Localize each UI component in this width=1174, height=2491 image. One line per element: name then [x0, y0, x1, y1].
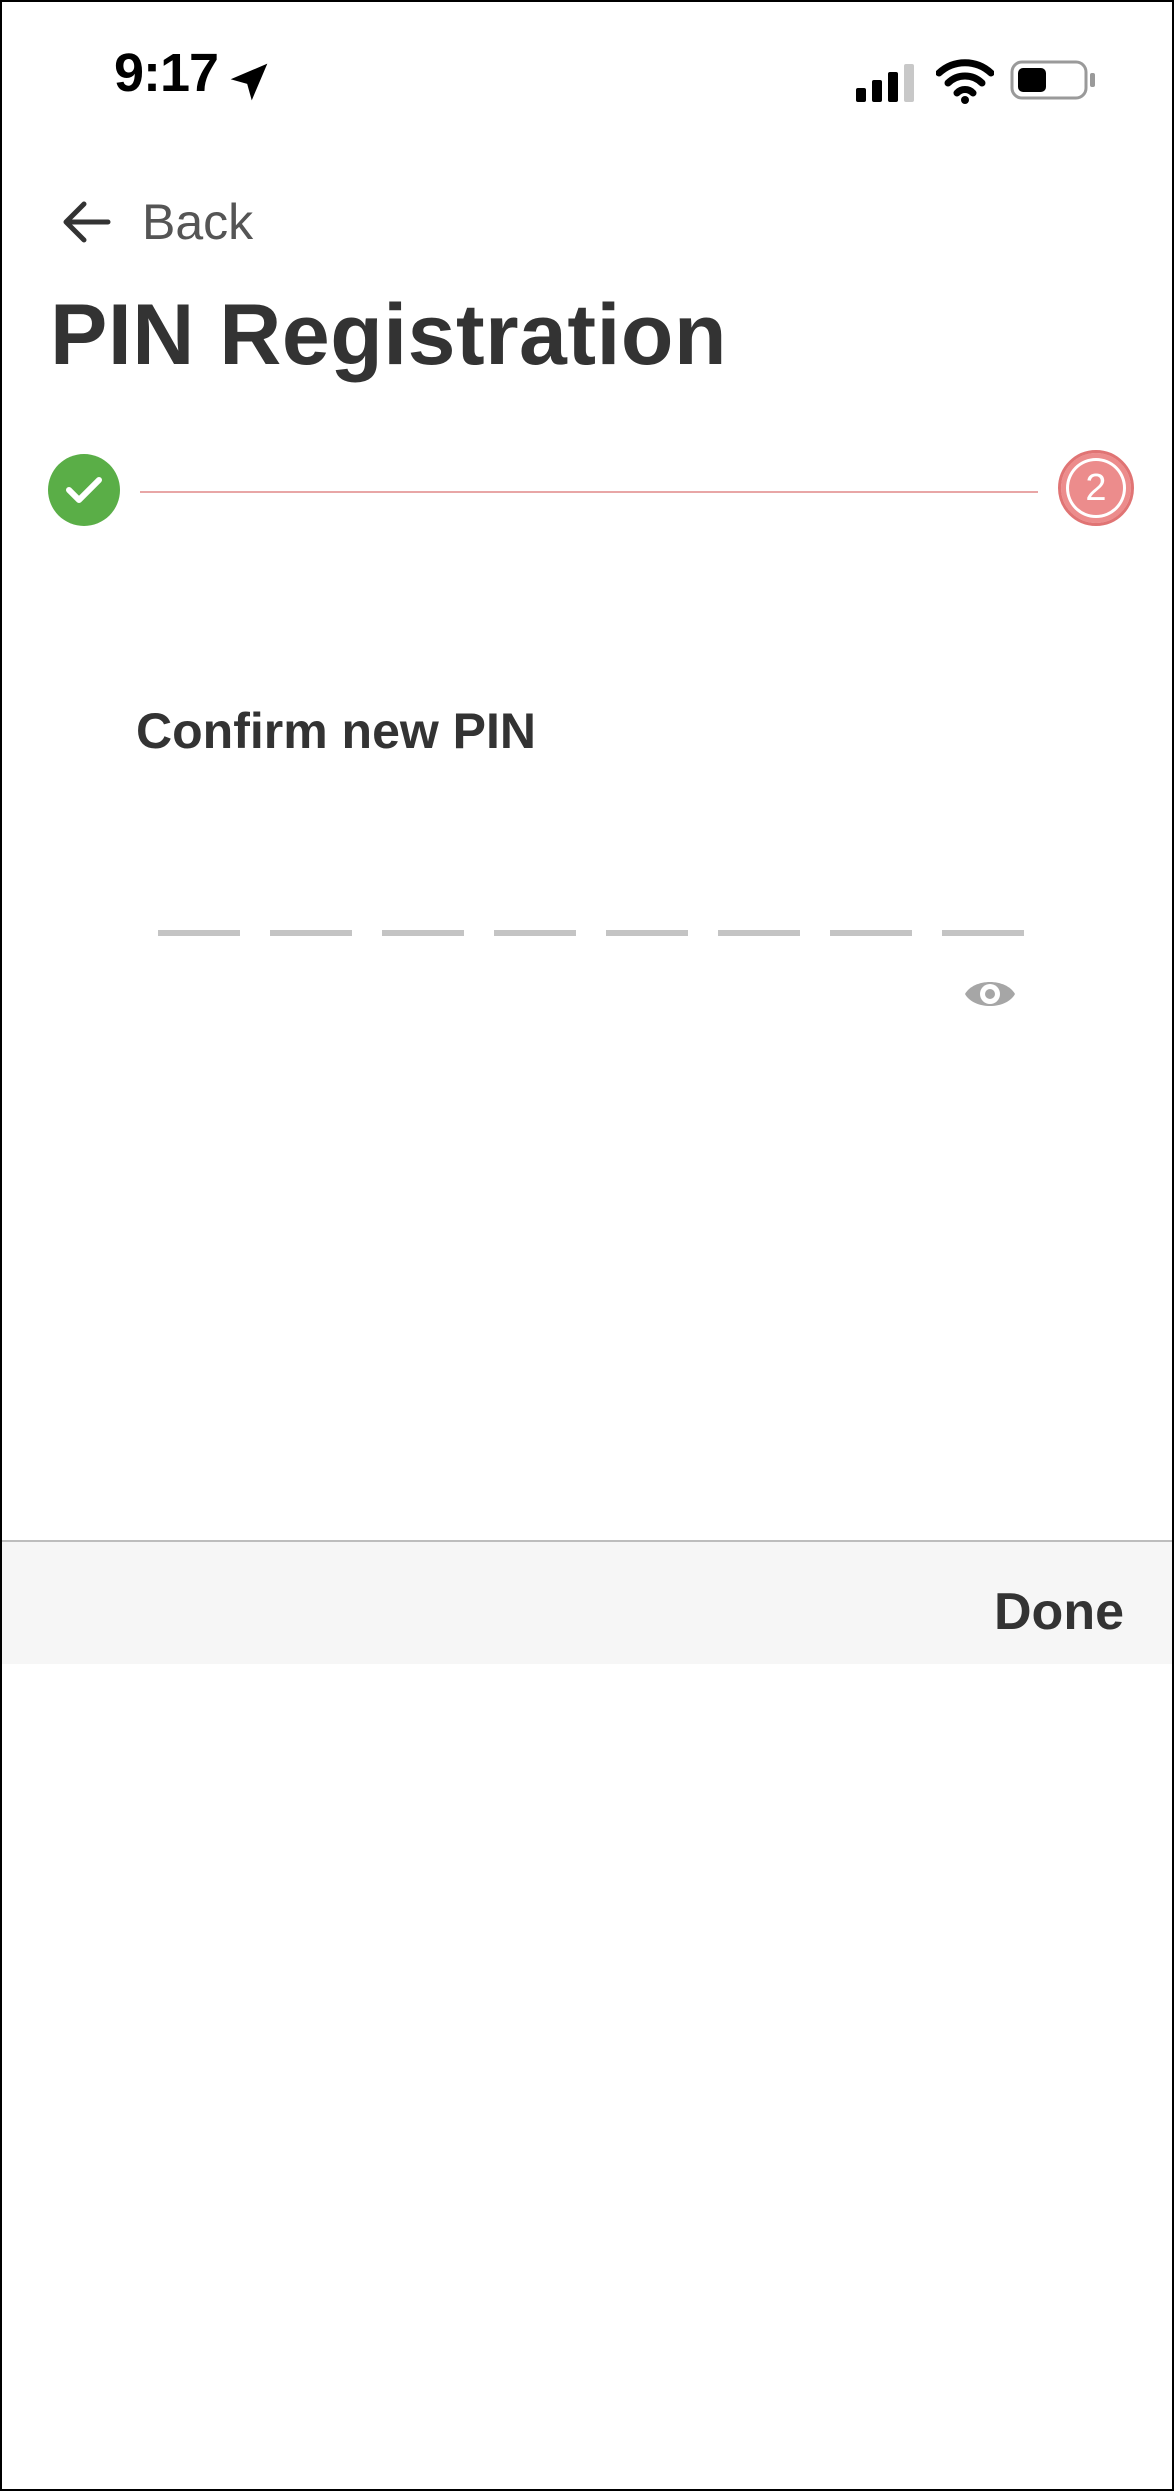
- battery-icon: [1010, 60, 1095, 100]
- back-label: Back: [142, 194, 254, 250]
- arrow-left-icon: [63, 201, 111, 243]
- location-arrow-icon: [230, 63, 268, 101]
- step-connector-line: [140, 491, 1038, 493]
- progress-stepper: 2: [48, 450, 1134, 532]
- pin-digit-slot[interactable]: [830, 930, 912, 936]
- pin-digit-slot[interactable]: [158, 930, 240, 936]
- status-time: 9:17: [114, 43, 219, 103]
- checkmark-icon: [66, 477, 102, 503]
- pin-digit-slot[interactable]: [942, 930, 1024, 936]
- pin-digit-slot[interactable]: [382, 930, 464, 936]
- keyboard-accessory-bar: Done: [2, 1540, 1172, 1664]
- pin-digit-slot[interactable]: [494, 930, 576, 936]
- pin-digit-slot[interactable]: [606, 930, 688, 936]
- signal-icon: [856, 64, 914, 102]
- pin-digit-slot[interactable]: [718, 930, 800, 936]
- eye-icon[interactable]: [962, 972, 1018, 1016]
- status-bar: 9:17: [2, 2, 1172, 152]
- done-button[interactable]: Done: [994, 1582, 1124, 1642]
- wifi-icon: [936, 59, 994, 104]
- step-1-completed: [48, 454, 120, 526]
- confirm-pin-label: Confirm new PIN: [136, 703, 537, 759]
- pin-digit-slot[interactable]: [270, 930, 352, 936]
- page-title: PIN Registration: [50, 287, 727, 383]
- step-2-number: 2: [1085, 466, 1107, 509]
- back-button[interactable]: Back: [58, 182, 253, 262]
- screen: 9:17 Back PIN Registration 2 Confirm new…: [0, 0, 1174, 2491]
- pin-input[interactable]: [158, 930, 1024, 936]
- step-2-current: 2: [1058, 450, 1134, 526]
